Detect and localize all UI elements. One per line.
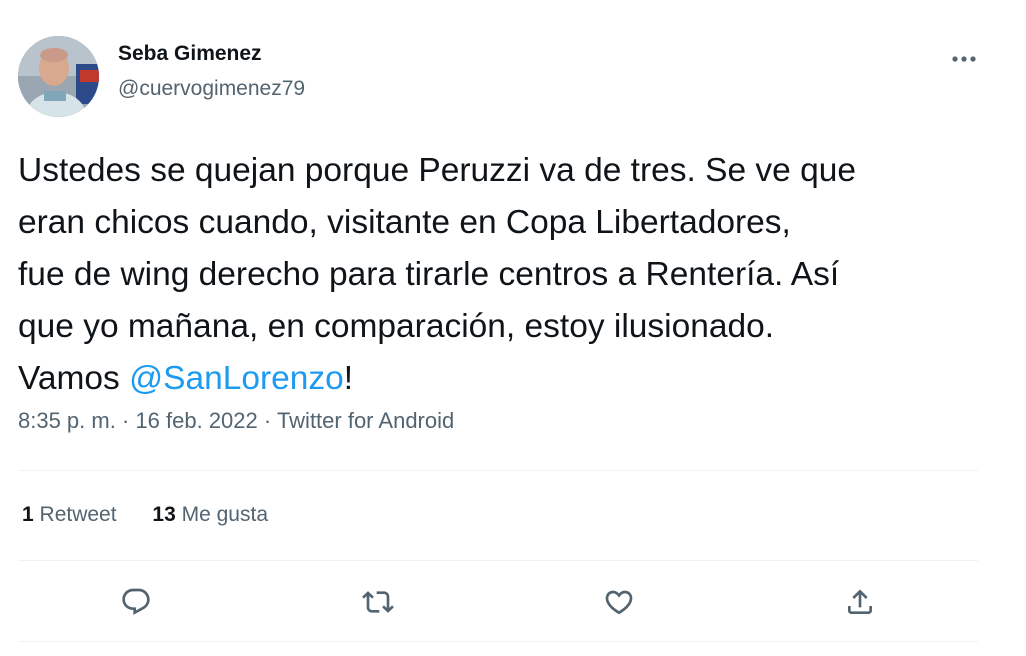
- retweets-label: Retweet: [39, 503, 117, 526]
- tweet-source[interactable]: Twitter for Android: [277, 408, 454, 433]
- avatar-image: [18, 36, 99, 117]
- retweet-button[interactable]: [356, 580, 400, 624]
- tweet-line: Ustedes se quejan porque Peruzzi va de t…: [18, 152, 857, 189]
- meta-separator: ·: [263, 408, 272, 433]
- like-button[interactable]: [597, 580, 641, 624]
- meta-separator: ·: [121, 408, 130, 433]
- share-button[interactable]: [838, 580, 882, 624]
- mention-link[interactable]: @SanLorenzo: [129, 360, 344, 397]
- tweet-line: que yo mañana, en comparación, estoy ilu…: [18, 308, 775, 345]
- user-name[interactable]: Seba Gimenez: [118, 42, 262, 66]
- tweet-line: fue de wing derecho para tirarle centros…: [18, 256, 840, 293]
- likes-label: Me gusta: [181, 503, 269, 526]
- tweet-text-suffix: !: [343, 360, 354, 397]
- tweet-time[interactable]: 8:35 p. m.: [18, 408, 116, 433]
- action-bar: [0, 580, 1026, 624]
- reply-icon: [122, 588, 150, 615]
- heart-icon: [605, 590, 633, 615]
- retweets-stat[interactable]: 1 Retweet: [22, 503, 117, 527]
- tweet-date[interactable]: 16 feb. 2022: [135, 408, 257, 433]
- divider: [18, 641, 978, 642]
- user-handle[interactable]: @cuervogimenez79: [118, 77, 305, 101]
- tweet-text: Ustedes se quejan porque Peruzzi va de t…: [18, 145, 993, 405]
- more-horizontal-icon: [952, 56, 976, 62]
- retweets-count: 1: [22, 503, 34, 526]
- share-icon: [848, 589, 872, 614]
- tweet-stats: 1 Retweet 13 Me gusta: [22, 503, 268, 527]
- reply-button[interactable]: [114, 580, 158, 624]
- tweet-text-prefix: Vamos: [18, 360, 130, 397]
- tweet-meta: 8:35 p. m. · 16 feb. 2022 · Twitter for …: [18, 408, 454, 434]
- more-options-button[interactable]: [944, 44, 984, 74]
- retweet-icon: [362, 591, 394, 613]
- divider: [18, 560, 978, 561]
- likes-count: 13: [152, 503, 176, 526]
- tweet-line: Vamos @SanLorenzo!: [18, 353, 993, 405]
- divider: [18, 470, 978, 471]
- likes-stat[interactable]: 13 Me gusta: [152, 503, 268, 527]
- avatar[interactable]: [18, 36, 99, 117]
- tweet-line: eran chicos cuando, visitante en Copa Li…: [18, 204, 791, 241]
